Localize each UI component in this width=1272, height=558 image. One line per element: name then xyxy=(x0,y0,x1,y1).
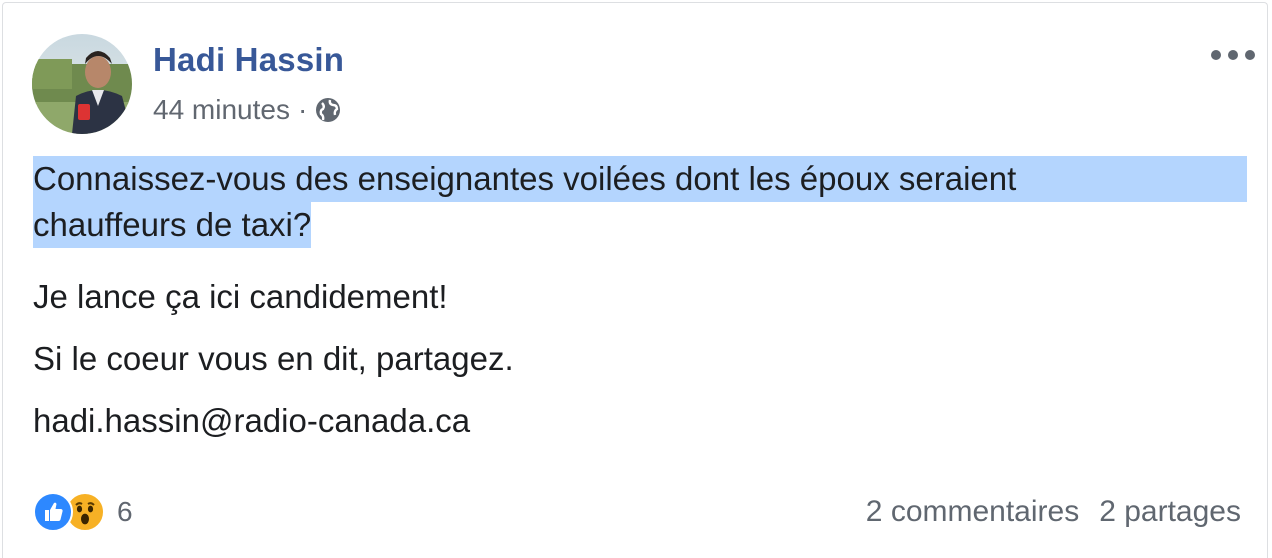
post-text-line: Connaissez-vous des enseignantes voilées… xyxy=(33,156,1247,202)
shares-count-link[interactable]: 2 partages xyxy=(1099,495,1241,529)
avatar[interactable] xyxy=(32,34,132,134)
globe-icon[interactable] xyxy=(315,97,341,123)
meta-separator: · xyxy=(297,94,308,125)
author-name[interactable]: Hadi Hassin xyxy=(153,41,344,79)
comments-count-link[interactable]: 2 commentaires xyxy=(866,495,1079,529)
reaction-count: 6 xyxy=(117,496,133,527)
like-icon xyxy=(33,492,73,532)
post-paragraph-1: Connaissez-vous des enseignantes voilées… xyxy=(33,156,1253,248)
post-paragraph-3: Si le coeur vous en dit, partagez. xyxy=(33,340,514,377)
post-meta: 44 minutes · xyxy=(153,94,341,126)
post-email: hadi.hassin@radio-canada.ca xyxy=(33,402,471,439)
more-options-icon[interactable] xyxy=(1211,41,1255,69)
post-paragraph-2: Je lance ça ici candidement! xyxy=(33,278,448,315)
timestamp[interactable]: 44 minutes xyxy=(153,94,290,126)
post-card: Hadi Hassin 44 minutes · Connaissez-vous… xyxy=(2,2,1268,558)
post-stats: 2 commentaires 2 partages xyxy=(866,495,1241,529)
post-text-line: chauffeurs de taxi? xyxy=(33,202,312,248)
reactions-summary[interactable]: 6 xyxy=(33,492,133,532)
